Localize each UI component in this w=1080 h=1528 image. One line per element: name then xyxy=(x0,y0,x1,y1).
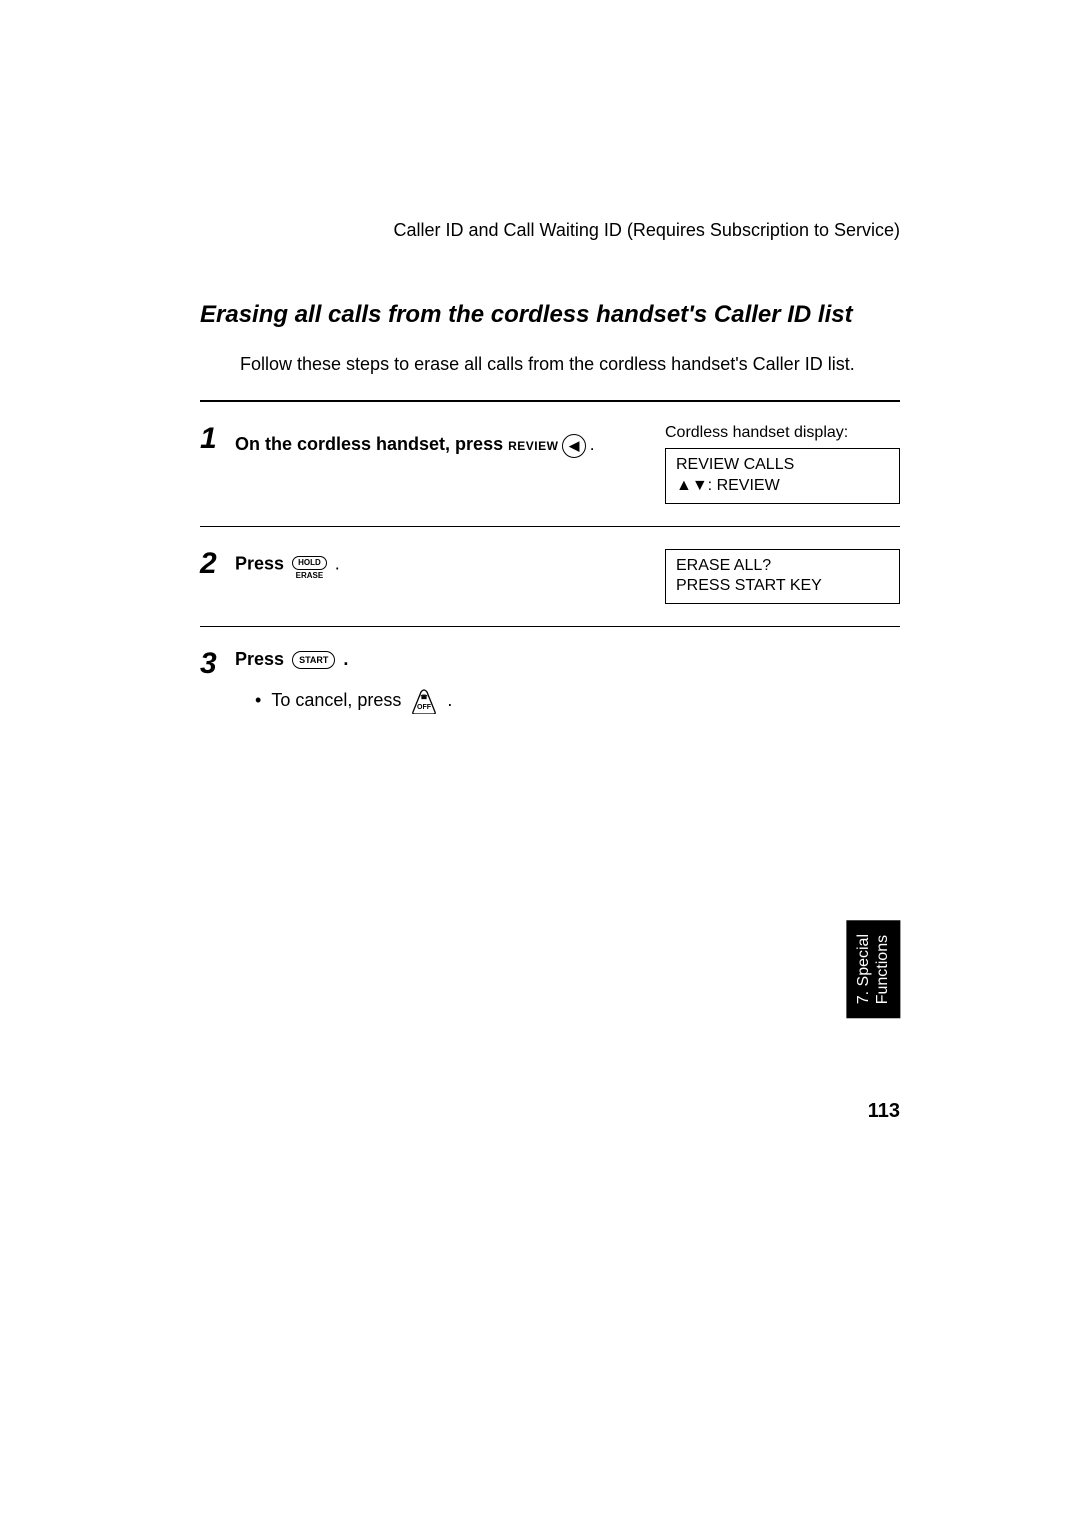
left-arrow-button-icon: ◀ xyxy=(562,434,586,458)
press-label: Press xyxy=(235,649,284,669)
period: . xyxy=(335,553,340,573)
header-line: Caller ID and Call Waiting ID (Requires … xyxy=(200,220,900,241)
hold-label: HOLD xyxy=(292,556,327,570)
step-3: 3 Press START . • To cancel, press ☎ OFF xyxy=(200,627,900,736)
off-button-icon: ☎ OFF xyxy=(409,688,439,714)
period: . xyxy=(447,690,452,710)
cancel-instruction: • To cancel, press ☎ OFF . xyxy=(255,688,900,714)
intro-text: Follow these steps to erase all calls fr… xyxy=(240,354,900,375)
display-line2: ▲▼: REVIEW xyxy=(676,476,889,497)
hold-erase-button-icon: HOLD ERASE xyxy=(292,549,327,580)
display-line2: PRESS START KEY xyxy=(676,576,889,597)
page-number: 113 xyxy=(868,1100,900,1123)
display-line1: REVIEW CALLS xyxy=(676,455,889,476)
erase-label: ERASE xyxy=(292,571,327,580)
steps-container: 1 On the cordless handset, press REVIEW … xyxy=(200,400,900,736)
step-2: 2 Press HOLD ERASE . ERASE ALL? PRESS ST… xyxy=(200,527,900,628)
step-number: 1 xyxy=(200,424,235,454)
cancel-text: To cancel, press xyxy=(271,690,401,710)
review-text: REVIEW xyxy=(508,439,558,453)
svg-text:OFF: OFF xyxy=(417,704,432,711)
step1-text: On the cordless handset, press xyxy=(235,434,503,454)
period: . xyxy=(590,439,594,453)
svg-text:☎: ☎ xyxy=(421,694,429,701)
handset-display: REVIEW CALLS ▲▼: REVIEW xyxy=(665,448,900,504)
handset-display: ERASE ALL? PRESS START KEY xyxy=(665,549,900,605)
chapter-tab: 7. SpecialFunctions xyxy=(846,920,900,1018)
display-label: Cordless handset display: xyxy=(665,424,900,442)
display-line1: ERASE ALL? xyxy=(676,556,889,577)
section-title: Erasing all calls from the cordless hand… xyxy=(200,301,900,329)
step-number: 2 xyxy=(200,549,235,579)
step-1: 1 On the cordless handset, press REVIEW … xyxy=(200,402,900,527)
step-number: 3 xyxy=(200,649,235,679)
period: . xyxy=(343,649,348,669)
start-button-icon: START xyxy=(292,651,335,669)
press-label: Press xyxy=(235,553,284,573)
review-button-label: REVIEW ◀ . xyxy=(508,434,594,458)
